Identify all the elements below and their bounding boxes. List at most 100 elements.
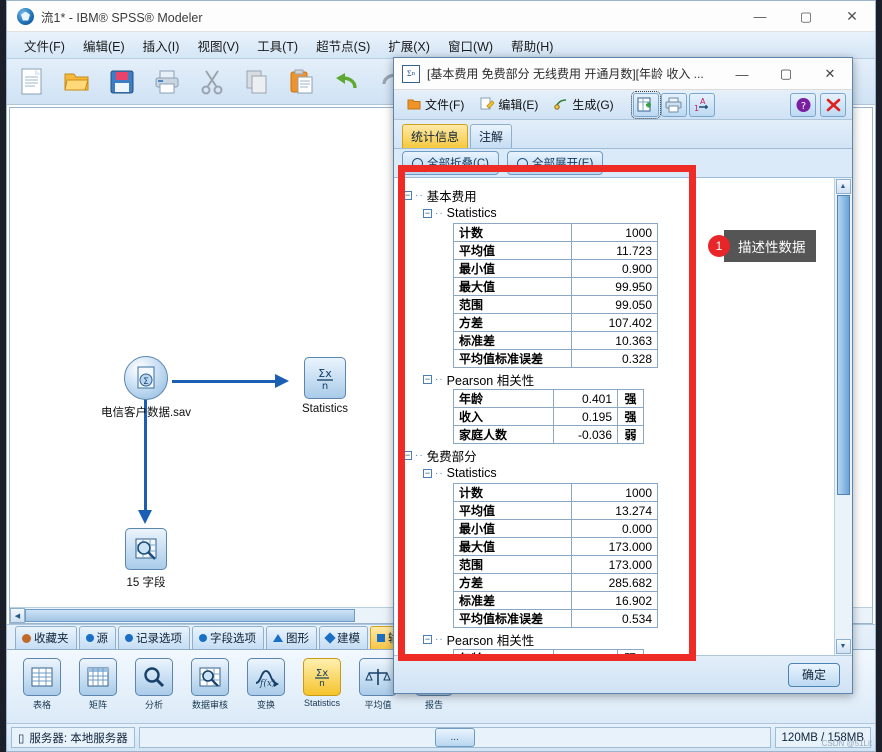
sort-icon[interactable]: 1A xyxy=(688,92,715,117)
output-dialog-title: [基本费用 免费部分 无线费用 开通月数][年龄 收入 ... xyxy=(427,67,704,81)
tree-node-statistics[interactable]: − ·· Statistics xyxy=(423,204,830,222)
hscroll-thumb[interactable] xyxy=(25,609,355,622)
collapse-toggle-icon[interactable]: − xyxy=(423,208,432,218)
sav-source-icon: Σ xyxy=(124,356,168,400)
tab-statistics[interactable]: 统计信息 xyxy=(402,124,469,148)
palette-node-label: Statistics xyxy=(303,698,340,708)
circle-icon xyxy=(125,634,133,642)
save-stream-icon[interactable] xyxy=(103,63,141,101)
output-dialog-window-controls: — ▢ ✕ xyxy=(720,58,852,90)
open-stream-icon[interactable] xyxy=(58,63,96,101)
tree-statistics-label: Statistics xyxy=(446,206,497,220)
stat-key: 范围 xyxy=(453,555,572,574)
palette-tab-modeling[interactable]: 建模 xyxy=(319,626,368,649)
ok-button[interactable]: 确定 xyxy=(788,662,840,687)
expand-all-button[interactable]: 全部展开(E) xyxy=(506,151,604,175)
collapse-toggle-icon[interactable]: − xyxy=(423,634,432,644)
collapse-toggle-icon[interactable]: − xyxy=(403,190,412,200)
od-menu-file[interactable]: 文件(F) xyxy=(400,93,471,116)
stat-value: 11.723 xyxy=(571,241,658,260)
od-maximize-button[interactable]: ▢ xyxy=(764,58,808,90)
stat-key: 平均值标准误差 xyxy=(453,349,572,368)
tree-statistics-label: Statistics xyxy=(446,466,497,480)
statistics-node-icon: Σx n xyxy=(303,658,341,696)
paste-icon[interactable] xyxy=(283,63,321,101)
palette-node-transform[interactable]: f(x) 变换 xyxy=(243,658,289,711)
expand-collapse-row: 全部折叠(C) 全部展开(E) xyxy=(394,148,852,178)
new-stream-icon[interactable] xyxy=(13,63,51,101)
palette-tab-graphs[interactable]: 图形 xyxy=(266,626,317,649)
node-source[interactable]: Σ 电信客户数据.sav xyxy=(98,356,194,420)
status-more-button[interactable]: ... xyxy=(434,728,475,747)
tree-node-field[interactable]: − ·· 基本费用 xyxy=(403,186,830,204)
menu-window[interactable]: 窗口(W) xyxy=(439,33,502,58)
menu-help[interactable]: 帮助(H) xyxy=(502,33,562,58)
od-menu-generate[interactable]: 生成(G) xyxy=(547,93,620,116)
menu-bar: 文件(F) 编辑(E) 插入(I) 视图(V) 工具(T) 超节点(S) 扩展(… xyxy=(7,32,875,59)
help-icon[interactable]: ? xyxy=(790,92,816,117)
menu-view[interactable]: 视图(V) xyxy=(188,33,248,58)
scroll-left-arrow[interactable]: ◀ xyxy=(10,608,25,623)
tree-node-statistics[interactable]: − ·· Statistics xyxy=(423,464,830,482)
palette-node-statistics[interactable]: Σx n Statistics xyxy=(299,658,345,708)
svg-text:f(x): f(x) xyxy=(259,678,276,688)
stat-key: 最大值 xyxy=(453,537,572,556)
triangle-icon xyxy=(273,634,283,642)
tree-node-correlation[interactable]: − ·· Pearson 相关性 xyxy=(423,630,830,648)
menu-supernode[interactable]: 超节点(S) xyxy=(307,33,379,58)
palette-node-matrix[interactable]: 矩阵 xyxy=(75,658,121,711)
menu-extensions[interactable]: 扩展(X) xyxy=(379,33,439,58)
od-close-button[interactable]: ✕ xyxy=(808,58,852,90)
cut-icon[interactable] xyxy=(193,63,231,101)
corr-strength: 强 xyxy=(617,649,644,655)
collapse-toggle-icon[interactable]: − xyxy=(423,468,432,478)
table-row: 最小值 0.900 xyxy=(453,259,658,278)
copy-icon[interactable] xyxy=(238,63,276,101)
collapse-toggle-icon[interactable]: − xyxy=(423,374,432,384)
close-icon[interactable] xyxy=(820,92,846,117)
collapse-toggle-icon[interactable]: − xyxy=(403,450,412,460)
stat-key: 计数 xyxy=(453,223,572,242)
statistics-output-icon: Σn xyxy=(402,64,420,83)
tab-annotation[interactable]: 注解 xyxy=(470,124,513,148)
scroll-up-arrow[interactable]: ▲ xyxy=(835,179,851,194)
od-menu-label: 编辑(E) xyxy=(498,98,539,112)
menu-file[interactable]: 文件(F) xyxy=(15,33,74,58)
tree-node-correlation[interactable]: − ·· Pearson 相关性 xyxy=(423,370,830,388)
menu-tools[interactable]: 工具(T) xyxy=(248,33,307,58)
minimize-button[interactable]: — xyxy=(737,1,783,32)
server-status[interactable]: ▯ 服务器: 本地服务器 xyxy=(11,727,135,748)
stat-key: 平均值 xyxy=(453,501,572,520)
title-bar: 流1* - IBM® SPSS® Modeler — ▢ ✕ xyxy=(7,1,875,32)
menu-insert[interactable]: 插入(I) xyxy=(134,33,189,58)
node-data-audit[interactable]: 15 字段 xyxy=(98,528,194,590)
palette-tab-sources[interactable]: 源 xyxy=(78,626,116,649)
od-menu-edit[interactable]: 编辑(E) xyxy=(473,93,545,116)
palette-tab-record-ops[interactable]: 记录选项 xyxy=(118,626,190,649)
output-tree-vertical-scrollbar[interactable]: ▲ ▼ xyxy=(834,178,851,655)
palette-tab-label: 收藏夹 xyxy=(34,633,69,645)
tree-correlation-label: Pearson 相关性 xyxy=(446,373,535,388)
od-minimize-button[interactable]: — xyxy=(720,58,764,90)
scroll-down-arrow[interactable]: ▼ xyxy=(835,639,851,654)
palette-tab-favorites[interactable]: 收藏夹 xyxy=(15,626,77,649)
tree-correlation-label: Pearson 相关性 xyxy=(446,633,535,648)
palette-node-analysis[interactable]: 分析 xyxy=(131,658,177,711)
maximize-button[interactable]: ▢ xyxy=(783,1,829,32)
undo-icon[interactable] xyxy=(328,63,366,101)
export-icon[interactable] xyxy=(630,90,661,119)
menu-edit[interactable]: 编辑(E) xyxy=(74,33,134,58)
vscroll-thumb[interactable] xyxy=(836,195,850,495)
stat-value: 13.274 xyxy=(571,501,658,520)
tree-node-field[interactable]: − ·· 免费部分 xyxy=(403,446,830,464)
collapse-all-button[interactable]: 全部折叠(C) xyxy=(402,151,499,175)
close-button[interactable]: ✕ xyxy=(829,1,875,32)
print-icon[interactable] xyxy=(148,63,186,101)
palette-node-table[interactable]: 表格 xyxy=(19,658,65,711)
node-statistics[interactable]: Σx n Statistics xyxy=(277,357,373,415)
palette-node-data-audit[interactable]: 数据审核 xyxy=(187,658,233,711)
print-icon[interactable] xyxy=(660,92,687,117)
stat-key: 方差 xyxy=(453,573,572,592)
palette-tab-field-ops[interactable]: 字段选项 xyxy=(192,626,264,649)
output-dialog-menu-bar: 文件(F) 编辑(E) 生成(G) 1A ? xyxy=(394,90,852,120)
